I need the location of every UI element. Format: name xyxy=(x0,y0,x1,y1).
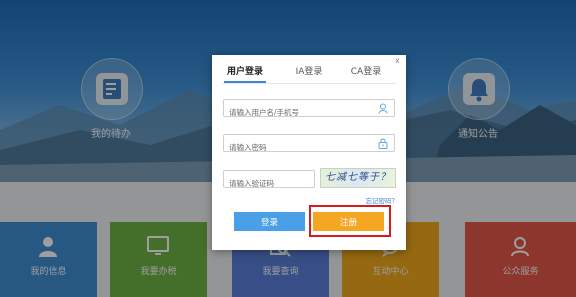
username-input[interactable] xyxy=(224,104,369,121)
login-button[interactable]: 登录 xyxy=(234,212,305,231)
username-field xyxy=(223,99,395,121)
captcha-input[interactable] xyxy=(224,175,315,192)
close-icon[interactable]: x xyxy=(395,56,400,65)
captcha-image[interactable]: 七减七等于？ xyxy=(320,168,396,188)
tab-ca-login[interactable]: CA登录 xyxy=(341,64,391,77)
tab-user-login[interactable]: 用户登录 xyxy=(220,64,270,77)
user-icon xyxy=(378,103,388,114)
register-highlight-box xyxy=(309,205,391,237)
password-input[interactable] xyxy=(224,139,369,156)
password-field xyxy=(223,134,395,156)
tabs-divider xyxy=(222,83,396,84)
lock-icon xyxy=(378,138,388,149)
forgot-password-link[interactable]: 忘记密码？ xyxy=(338,195,399,205)
login-tabs: 用户登录 IA登录 CA登录 xyxy=(212,55,406,84)
tab-ia-login[interactable]: IA登录 xyxy=(284,64,334,77)
captcha-field xyxy=(223,170,315,192)
